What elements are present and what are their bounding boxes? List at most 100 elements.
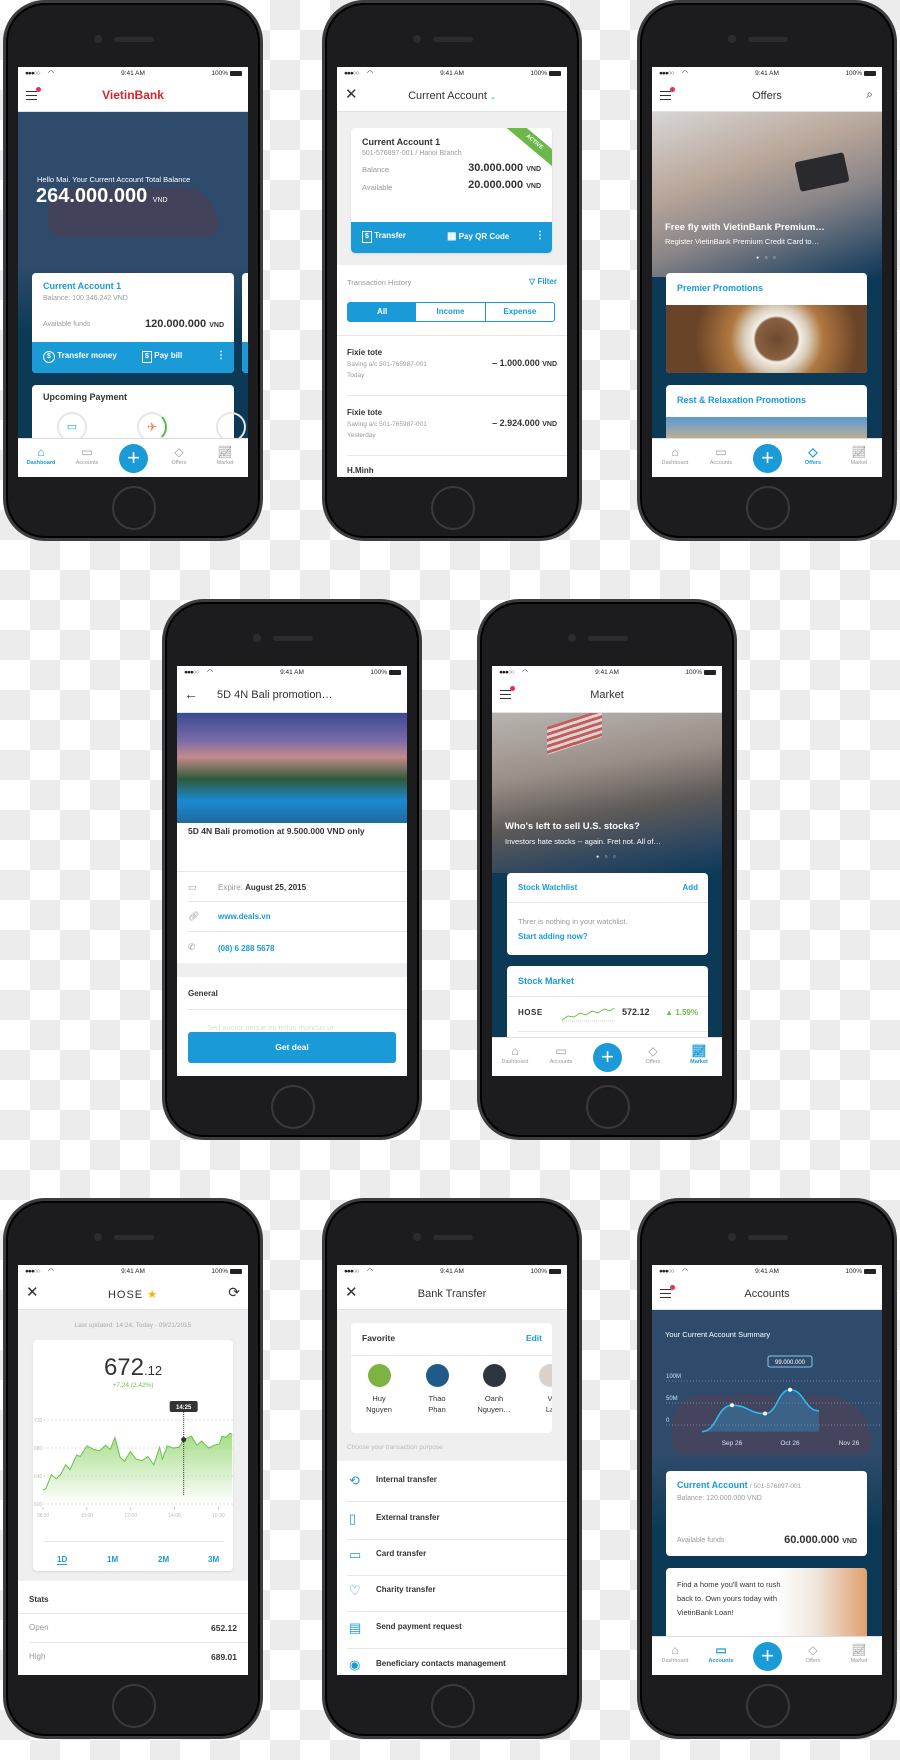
page-title: Offers: [752, 90, 782, 102]
favorite-contact[interactable]: Huy Nguyen: [359, 1364, 399, 1415]
page-title: Bank Transfer: [417, 1288, 487, 1300]
purpose-option[interactable]: ⟲ Internal transfer: [337, 1465, 567, 1501]
range-1d[interactable]: 1D: [57, 1555, 68, 1565]
home-button[interactable]: [112, 1684, 156, 1728]
transfer-button[interactable]: $ Transfer: [362, 231, 406, 243]
nav-offers[interactable]: ◇ Offers: [790, 1642, 836, 1664]
account-card[interactable]: Current Account 1 Balance: 100.346.242 V…: [32, 273, 234, 373]
tooltip-point[interactable]: [181, 1437, 187, 1443]
search-icon[interactable]: ⌕: [866, 87, 873, 102]
nav-market[interactable]: 📈︎ Market: [836, 1642, 882, 1664]
add-watchlist-button[interactable]: Add: [682, 883, 698, 892]
account-summary-chart[interactable]: 0 50M 100M Sep 26 Oct 26 Nov 26 99.000.000: [652, 1355, 882, 1455]
nav-accounts[interactable]: ▭ Accounts: [64, 444, 110, 466]
purpose-option[interactable]: ♡ Charity transfer: [337, 1575, 567, 1611]
filter-button[interactable]: ▽ Filter: [529, 277, 557, 286]
news-banner-image[interactable]: [492, 713, 722, 873]
edit-favorites-button[interactable]: Edit: [526, 1333, 542, 1343]
x-tick-label: Nov 26: [839, 1440, 860, 1447]
premier-promotions-card[interactable]: Premier Promotions: [666, 273, 867, 373]
nav-dashboard[interactable]: ⌂ Dashboard: [652, 444, 698, 466]
pay-bill-button[interactable]: $ Pay bill: [142, 351, 182, 363]
battery-icon: [704, 670, 716, 675]
more-icon[interactable]: ⋮: [535, 230, 545, 241]
balance-point[interactable]: [763, 1411, 767, 1416]
close-icon[interactable]: ✕: [26, 1285, 39, 1300]
nav-accounts[interactable]: ▭ Accounts: [698, 444, 744, 466]
home-button[interactable]: [112, 486, 156, 530]
add-button[interactable]: +: [753, 444, 782, 473]
deal-phone[interactable]: (08) 6 288 5678: [218, 944, 275, 953]
segment-expense[interactable]: Expense: [486, 303, 554, 321]
add-button[interactable]: +: [119, 444, 148, 473]
transaction-row[interactable]: H.Minh: [347, 466, 374, 475]
home-button[interactable]: [746, 1684, 790, 1728]
refresh-icon[interactable]: ⟳: [228, 1284, 240, 1301]
available-value: 20.000.000 VND: [468, 179, 541, 191]
add-button[interactable]: +: [753, 1642, 782, 1671]
transaction-row[interactable]: Fixie tote Saving a/c 501-765987-001 Tod…: [337, 335, 567, 395]
nav-accounts[interactable]: ▭ Accounts: [538, 1043, 584, 1065]
more-icon[interactable]: ⋮: [216, 350, 226, 361]
get-deal-button[interactable]: Get deal: [188, 1032, 396, 1063]
nav-dashboard[interactable]: ⌂ Dashboard: [652, 1642, 698, 1664]
nav-offers[interactable]: ◇ Offers: [156, 444, 202, 466]
nav-dashboard[interactable]: ⌂ Dashboard: [492, 1043, 538, 1065]
favorite-contact[interactable]: Thao Phan: [417, 1364, 457, 1415]
nav-offers[interactable]: ◇ Offers: [790, 444, 836, 466]
total-balance: 264.000.000 VND: [36, 185, 168, 207]
intraday-chart[interactable]: 600 640 680 720 08:00 10:00 12:00 14:00 16:00 14:…: [33, 1398, 233, 1523]
bill-icon: $: [362, 231, 372, 243]
balance-point[interactable]: [730, 1403, 734, 1408]
battery-percent: 100%: [845, 70, 862, 77]
nav-accounts[interactable]: ▭ Accounts: [698, 1642, 744, 1664]
carousel-dots[interactable]: ● ○ ○: [652, 255, 882, 261]
carousel-dots[interactable]: ● ○ ○: [492, 854, 722, 860]
nav-dashboard[interactable]: ⌂ Dashboard: [18, 444, 64, 466]
close-icon[interactable]: ✕: [345, 87, 358, 102]
home-button[interactable]: [271, 1085, 315, 1129]
menu-icon[interactable]: [500, 686, 515, 699]
segment-income[interactable]: Income: [416, 303, 486, 321]
battery-icon: [864, 1269, 876, 1274]
account-selector[interactable]: Current Account ⌄: [367, 90, 537, 102]
nav-market[interactable]: 📈︎ Market: [202, 444, 248, 466]
price-change: +7.24 (2.42%): [112, 1382, 154, 1389]
current-account-card[interactable]: Current Account / 501-576897-001 Balance…: [666, 1471, 867, 1556]
transfer-money-button[interactable]: $ Transfer money: [43, 351, 117, 363]
nav-market[interactable]: 📈︎ Market: [836, 444, 882, 466]
home-button[interactable]: [431, 486, 475, 530]
nav-offers[interactable]: ◇ Offers: [630, 1043, 676, 1065]
next-account-card[interactable]: [242, 273, 248, 373]
menu-icon[interactable]: [660, 87, 675, 100]
balance-point[interactable]: [788, 1387, 792, 1392]
range-2m[interactable]: 2M: [158, 1555, 169, 1564]
back-arrow-icon[interactable]: ←: [184, 686, 198, 702]
pay-qr-button[interactable]: ▦ Pay QR Code: [447, 231, 509, 242]
range-1m[interactable]: 1M: [107, 1555, 118, 1564]
range-3m[interactable]: 3M: [208, 1555, 219, 1564]
transaction-row[interactable]: Fixie tote Saving a/c 501-765987-001 Yes…: [337, 395, 567, 455]
menu-icon[interactable]: [660, 1285, 675, 1298]
home-button[interactable]: [431, 1684, 475, 1728]
home-icon: ⌂: [511, 1044, 519, 1058]
favorite-contact[interactable]: VLa: [530, 1364, 552, 1415]
segment-all[interactable]: All: [348, 303, 417, 321]
purpose-option[interactable]: ▤ Send payment request: [337, 1612, 567, 1648]
purpose-option[interactable]: ▯ External transfer: [337, 1503, 567, 1539]
favorite-contact[interactable]: Oanh Nguyen…: [474, 1364, 514, 1415]
start-adding-link[interactable]: Start adding now?: [518, 932, 588, 941]
home-button[interactable]: [586, 1085, 630, 1129]
close-icon[interactable]: ✕: [345, 1285, 358, 1300]
home-button[interactable]: [746, 486, 790, 530]
balance-value: 30.000.000 VND: [468, 162, 541, 174]
stock-row[interactable]: HOSE 572.12 ▲ 1.59%: [507, 996, 708, 1031]
promo-banner-image[interactable]: [652, 112, 882, 277]
deal-link[interactable]: www.deals.vn: [218, 912, 271, 921]
nav-market[interactable]: 📈︎ Market: [676, 1043, 722, 1065]
battery-percent: 100%: [845, 1268, 862, 1275]
star-icon[interactable]: ★: [147, 1289, 158, 1301]
purpose-option[interactable]: ◉ Beneficiary contacts management: [337, 1649, 567, 1675]
purpose-option[interactable]: ▭ Card transfer: [337, 1539, 567, 1575]
add-button[interactable]: +: [593, 1043, 622, 1072]
